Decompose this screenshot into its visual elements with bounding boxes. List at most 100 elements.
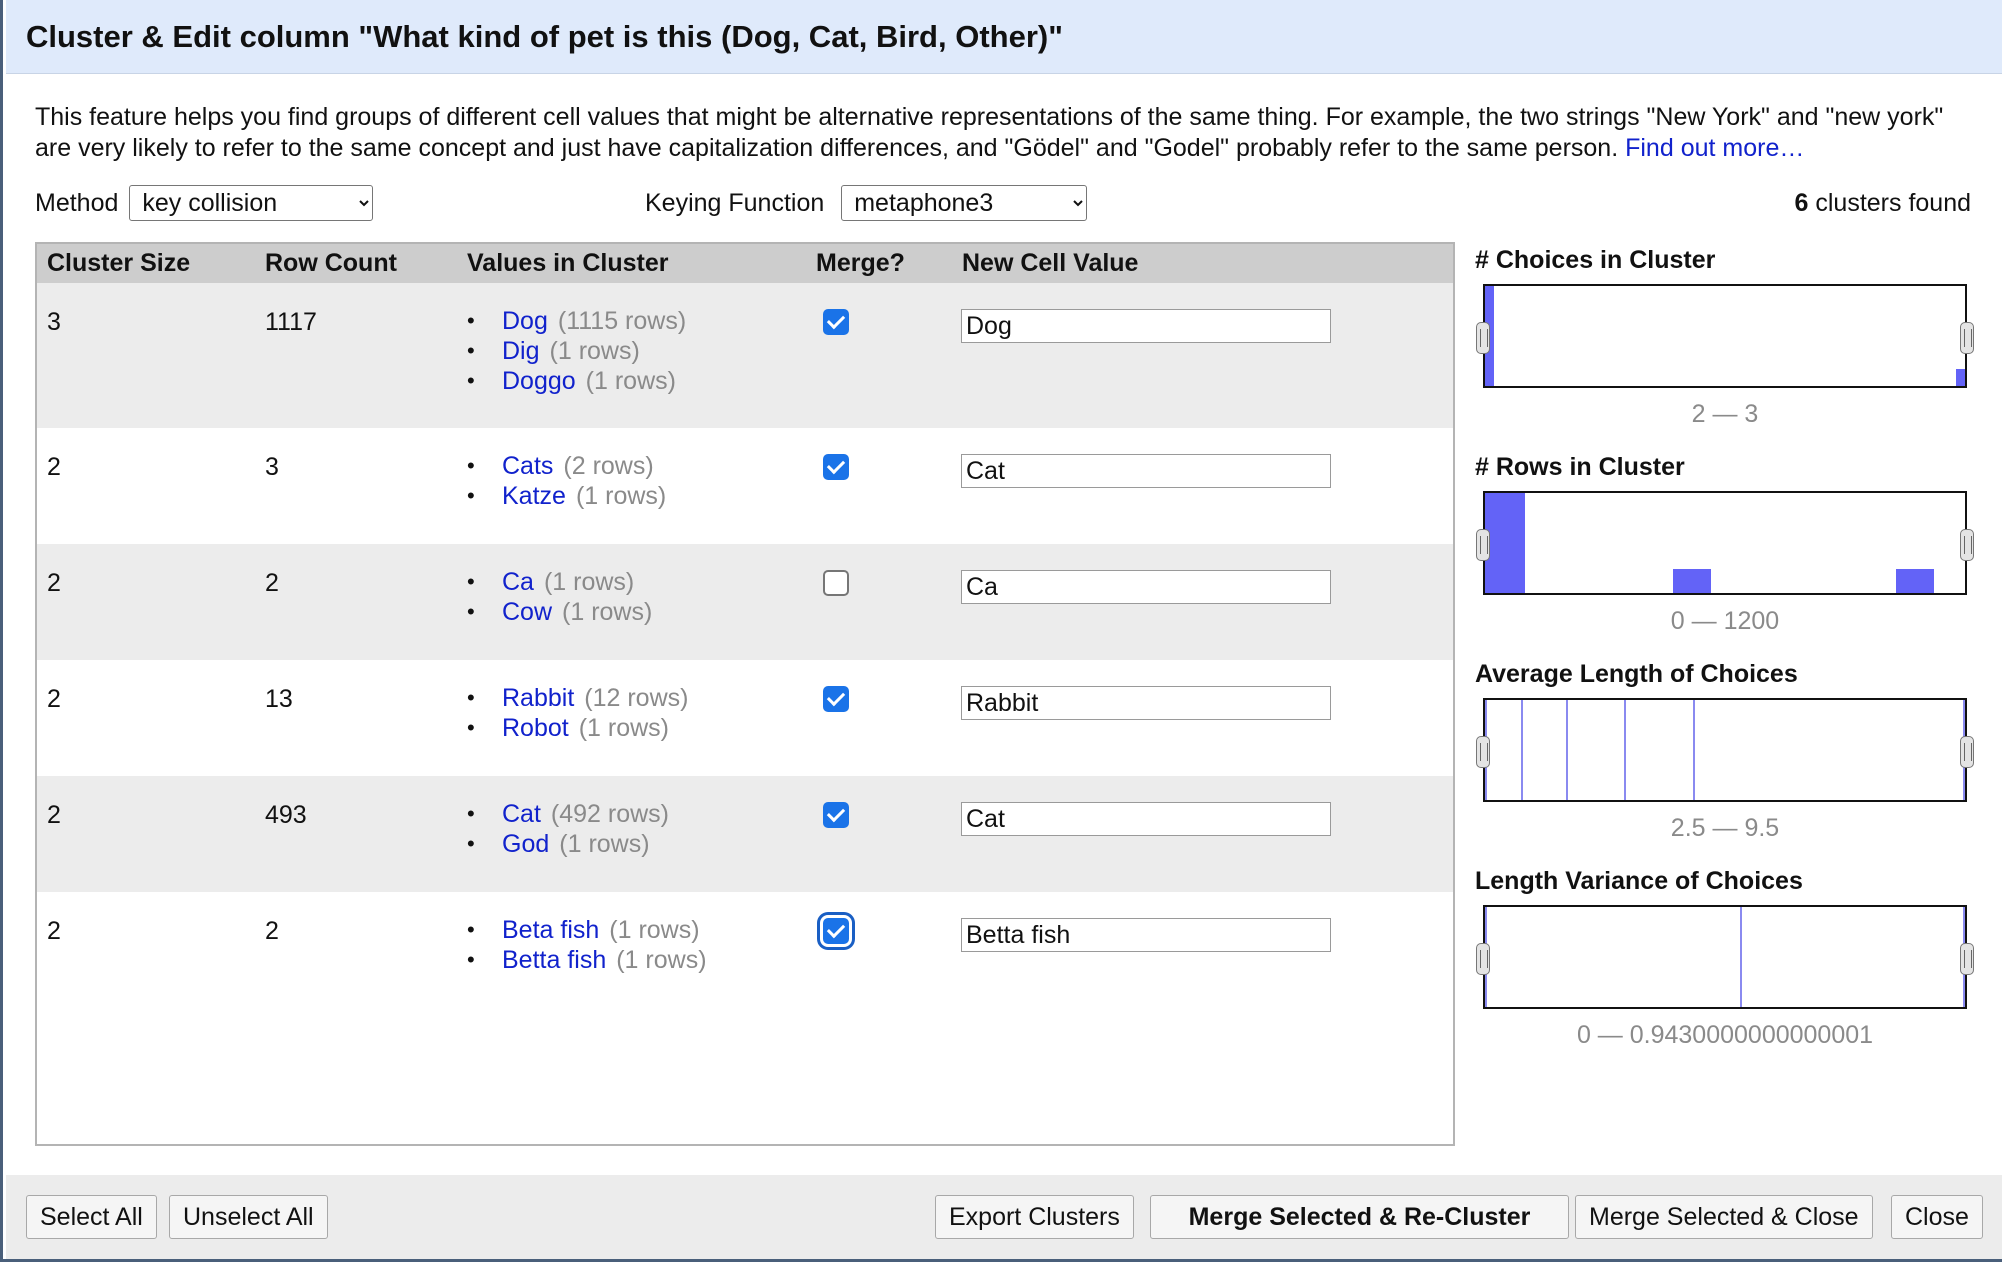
value-row-count: (1115 rows) — [557, 307, 687, 335]
range-slider-left-handle[interactable] — [1476, 322, 1490, 354]
list-item: • Rabbit (12 rows) — [467, 684, 689, 712]
facet-title: Length Variance of Choices — [1475, 867, 1803, 895]
cluster-value-link[interactable]: Cat — [502, 800, 541, 828]
cluster-value-link[interactable]: Rabbit — [502, 684, 574, 712]
list-item: • Cat (492 rows) — [467, 800, 669, 828]
facet-histogram — [1483, 905, 1967, 1009]
value-row-count: (1 rows) — [543, 568, 635, 596]
new-cell-value-input[interactable] — [961, 570, 1331, 604]
new-cell-value-input[interactable] — [961, 454, 1331, 488]
histogram-line — [1693, 700, 1695, 800]
values-list: • Ca (1 rows) • Cow (1 rows) — [467, 567, 653, 627]
values-list: • Rabbit (12 rows) • Robot (1 rows) — [467, 683, 689, 743]
value-row-count: (492 rows) — [550, 800, 669, 828]
cluster-value-link[interactable]: God — [502, 830, 549, 858]
histogram-line — [1740, 907, 1742, 1007]
values-list: • Dog (1115 rows) • Dig (1 rows) • Doggo (1 ro… — [467, 306, 687, 396]
list-item: • Dog (1115 rows) — [467, 307, 687, 335]
list-item: • Doggo (1 rows) — [467, 367, 676, 395]
keying-function-select[interactable]: metaphone3 — [841, 185, 1088, 221]
method-select[interactable]: key collision — [129, 185, 374, 221]
value-row-count: (1 rows) — [575, 482, 667, 510]
cluster-value-link[interactable]: Robot — [502, 714, 569, 742]
cluster-value-link[interactable]: Cow — [502, 598, 552, 626]
value-row-count: (12 rows) — [584, 684, 689, 712]
table-header: Cluster Size Row Count Values in Cluster… — [37, 244, 1453, 283]
range-slider-left-handle[interactable] — [1476, 736, 1490, 768]
header-cluster-size: Cluster Size — [47, 249, 191, 277]
list-item: • Robot (1 rows) — [467, 714, 670, 742]
merge-checkbox[interactable] — [823, 309, 849, 335]
new-cell-value-input[interactable] — [961, 309, 1331, 343]
value-row-count: (1 rows) — [609, 916, 700, 944]
merge-checkbox[interactable] — [823, 686, 849, 712]
description: This feature helps you find groups of di… — [35, 102, 1985, 164]
merge-recluster-button[interactable]: Merge Selected & Re-Cluster — [1150, 1195, 1569, 1239]
value-row-count: (1 rows) — [585, 367, 676, 395]
find-out-more-link[interactable]: Find out more… — [1625, 134, 1804, 162]
facet-range: 2 — 3 — [1691, 400, 1759, 428]
cluster-value-link[interactable]: Dog — [502, 307, 548, 335]
range-slider-left-handle[interactable] — [1476, 943, 1490, 975]
table-row: 2 2 • Ca (1 rows) • Cow (1 rows) — [37, 544, 1453, 660]
clusters-found: 6 clusters found — [1795, 185, 1972, 221]
row-count: 493 — [265, 801, 307, 829]
value-row-count: (2 rows) — [563, 452, 654, 480]
list-item: • Betta fish (1 rows) — [467, 946, 707, 974]
histogram-bar — [1896, 569, 1934, 593]
histogram-bar — [1956, 369, 1965, 386]
facet-histogram — [1483, 284, 1967, 388]
cluster-size: 2 — [47, 801, 61, 829]
new-cell-value-input[interactable] — [961, 686, 1331, 720]
merge-checkbox[interactable] — [823, 918, 849, 944]
histogram-line — [1624, 700, 1626, 800]
list-item: • Katze (1 rows) — [467, 482, 667, 510]
facet-histogram — [1483, 698, 1967, 802]
value-row-count: (1 rows) — [559, 830, 650, 858]
new-cell-value-input[interactable] — [961, 802, 1331, 836]
table-row: 2 2 • Beta fish (1 rows) • Betta fish (1 row… — [37, 892, 1453, 1008]
values-list: • Cats (2 rows) • Katze (1 rows) — [467, 451, 667, 511]
list-item: • God (1 rows) — [467, 830, 650, 858]
cluster-edit-dialog: Cluster & Edit column "What kind of pet … — [0, 0, 2002, 1262]
cluster-value-link[interactable]: Cats — [502, 452, 553, 480]
merge-close-button[interactable]: Merge Selected & Close — [1575, 1195, 1873, 1239]
range-slider-right-handle[interactable] — [1960, 322, 1974, 354]
cluster-value-link[interactable]: Doggo — [502, 367, 576, 395]
value-row-count: (1 rows) — [578, 714, 670, 742]
range-slider-right-handle[interactable] — [1960, 736, 1974, 768]
cluster-value-link[interactable]: Betta fish — [502, 946, 606, 974]
cluster-value-link[interactable]: Beta fish — [502, 916, 599, 944]
facet-range: 2.5 — 9.5 — [1670, 814, 1780, 842]
new-cell-value-input[interactable] — [961, 918, 1331, 952]
dialog-title: Cluster & Edit column "What kind of pet … — [6, 0, 2002, 74]
select-all-button[interactable]: Select All — [26, 1195, 157, 1239]
close-button[interactable]: Close — [1891, 1195, 1983, 1239]
range-slider-right-handle[interactable] — [1960, 943, 1974, 975]
clusters-found-label: clusters found — [1815, 189, 1971, 217]
header-values-in-cluster: Values in Cluster — [467, 249, 669, 277]
unselect-all-button[interactable]: Unselect All — [169, 1195, 328, 1239]
header-row-count: Row Count — [265, 249, 397, 277]
clusters-count: 6 — [1794, 189, 1809, 217]
cluster-value-link[interactable]: Katze — [502, 482, 566, 510]
merge-checkbox[interactable] — [823, 570, 849, 596]
facet-title: # Rows in Cluster — [1475, 453, 1685, 481]
facet-range: 0 — 0.9430000000000001 — [1576, 1021, 1874, 1049]
values-list: • Cat (492 rows) • God (1 rows) — [467, 799, 669, 859]
list-item: • Cow (1 rows) — [467, 598, 653, 626]
value-row-count: (1 rows) — [562, 598, 653, 626]
table-row: 2 3 • Cats (2 rows) • Katze (1 rows) — [37, 428, 1453, 544]
list-item: • Ca (1 rows) — [467, 568, 635, 596]
cluster-value-link[interactable]: Ca — [502, 568, 534, 596]
table-row: 2 493 • Cat (492 rows) • God (1 rows) — [37, 776, 1453, 892]
export-clusters-button[interactable]: Export Clusters — [935, 1195, 1134, 1239]
facet-title: # Choices in Cluster — [1475, 246, 1716, 274]
merge-checkbox[interactable] — [823, 802, 849, 828]
merge-checkbox[interactable] — [823, 454, 849, 480]
histogram-line — [1521, 700, 1523, 800]
range-slider-left-handle[interactable] — [1476, 529, 1490, 561]
range-slider-right-handle[interactable] — [1960, 529, 1974, 561]
cluster-value-link[interactable]: Dig — [502, 337, 540, 365]
facet-title: Average Length of Choices — [1475, 660, 1798, 688]
